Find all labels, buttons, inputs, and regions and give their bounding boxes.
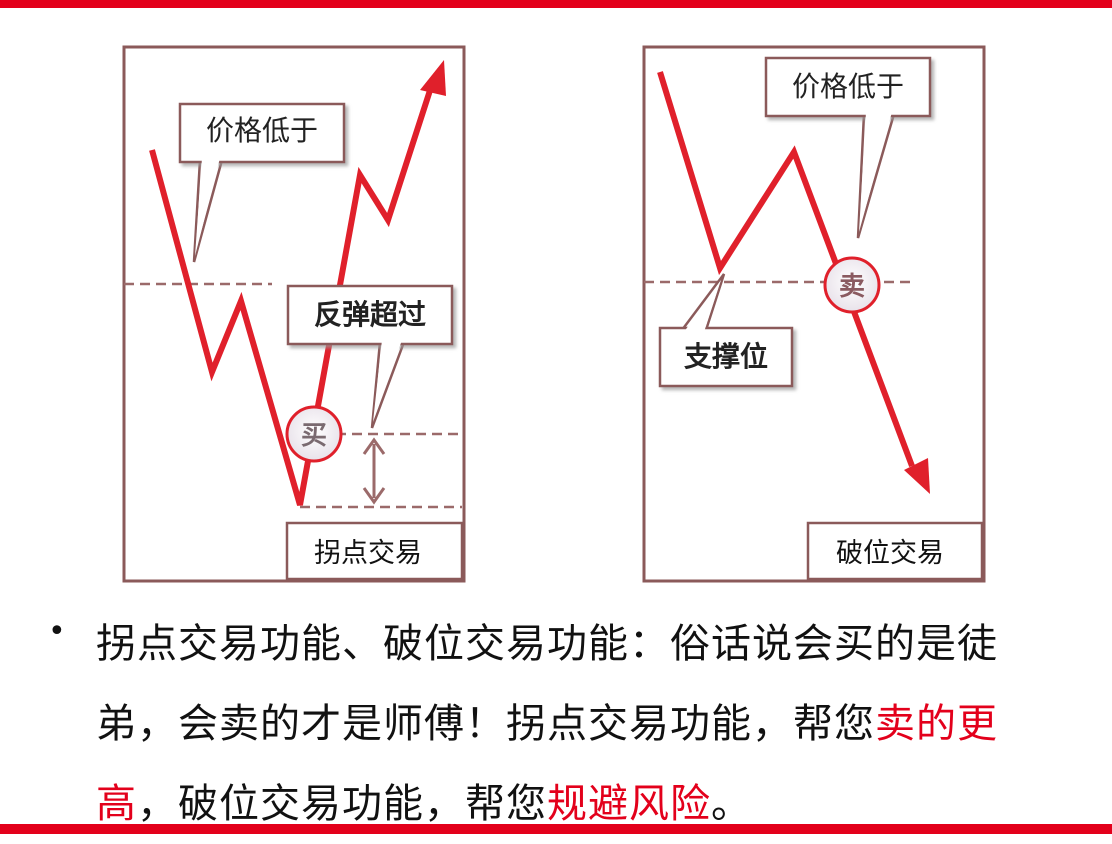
description-highlight-2: 规避风险 — [547, 781, 711, 827]
right-footer-label: 破位交易 — [806, 521, 984, 581]
buy-marker: 买 — [285, 405, 343, 463]
right-callout-support-text: 支撑位 — [684, 340, 768, 373]
description-text-3: 。 — [711, 781, 752, 827]
left-footer-text: 拐点交易 — [314, 538, 422, 569]
right-panel: 价格低于 支撑位 卖 破位交易 — [642, 45, 986, 583]
bottom-accent-bar — [0, 824, 1112, 834]
sell-marker-text: 卖 — [839, 272, 865, 302]
right-callout-price-below-text: 价格低于 — [792, 70, 904, 103]
description-paragraph: 拐点交易功能、破位交易功能：俗话说会买的是徒弟，会卖的才是师傅！拐点交易功能，帮… — [96, 604, 1056, 844]
left-panel: 价格低于 反弹超过 买 拐点交易 — [122, 45, 466, 583]
buy-marker-text: 买 — [301, 421, 327, 451]
description-text-1: 拐点交易功能、破位交易功能：俗话说会买的是徒弟，会卖的才是师傅！拐点交易功能，帮… — [96, 621, 998, 747]
sell-marker: 卖 — [823, 256, 881, 314]
trading-diagrams: 价格低于 反弹超过 买 拐点交易 价格低于 支撑位 卖 破位交易 — [122, 45, 986, 583]
description-text-2: ，破位交易功能，帮您 — [137, 781, 547, 827]
right-footer-text: 破位交易 — [836, 538, 944, 569]
bullet-point: • — [48, 614, 66, 649]
left-footer-label: 拐点交易 — [285, 521, 464, 581]
left-callout-rebound-text: 反弹超过 — [314, 298, 426, 331]
left-callout-price-below-text: 价格低于 — [206, 114, 318, 147]
